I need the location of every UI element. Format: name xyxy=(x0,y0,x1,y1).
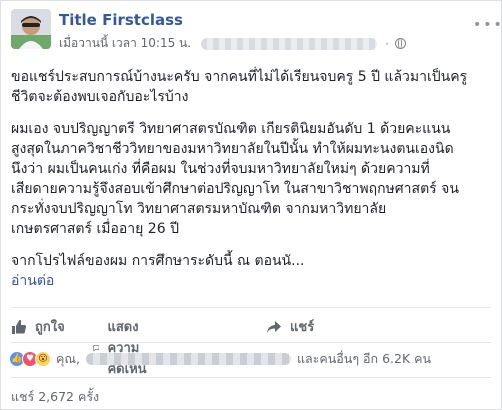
reactions-summary[interactable]: 👍 ♥ 😮 คุณ, และคนอื่นๆ อีก 6.2K คน xyxy=(9,349,431,369)
share-icon xyxy=(267,320,281,333)
paragraph-line: เกษตรศาสตร์ เมื่ออายุ 26 ปี xyxy=(11,221,179,237)
post-timestamp[interactable]: เมื่อวานนี้ เวลา 10:15 น. xyxy=(59,34,191,53)
read-more-link[interactable]: อ่านต่อ xyxy=(11,271,497,291)
meta-separator: · xyxy=(385,36,389,51)
post-card: Title Firstclass เมื่อวานนี้ เวลา 10:15 … xyxy=(0,0,502,410)
share-label: แชร์ xyxy=(290,320,315,335)
paragraph-1: ขอแชร์ประสบการณ์บ้างนะครับ จากคนที่ไม่ได… xyxy=(11,67,497,107)
paragraph-line: ชีวิตจะต้องพบเจอกับอะไรบ้าง xyxy=(11,89,189,105)
wow-reaction-icon: 😮 xyxy=(35,351,51,367)
reactions-prefix: คุณ, xyxy=(56,351,80,366)
blurred-location xyxy=(201,37,378,50)
post-body: ขอแชร์ประสบการณ์บ้างนะครับ จากคนที่ไม่ได… xyxy=(11,67,497,291)
divider xyxy=(11,342,491,343)
reactions-suffix: และคนอื่นๆ อีก 6.2K คน xyxy=(296,351,432,366)
like-button[interactable]: ถูกใจ xyxy=(11,316,65,337)
comment-label: แสดงความคิดเห็น xyxy=(107,320,147,377)
like-label: ถูกใจ xyxy=(35,320,65,335)
paragraph-line: ผมเอง จบปริญญาตรี วิทยาศาสตรบัณฑิต เกียร… xyxy=(11,121,451,137)
paragraph-line: สูงสุดในภาควิชาชีววิทยาของมหาวิทยาลัยในป… xyxy=(11,141,454,157)
more-options-icon[interactable]: ••• xyxy=(473,17,502,33)
comment-button[interactable]: แสดงความคิดเห็น xyxy=(93,316,149,379)
author-name[interactable]: Title Firstclass xyxy=(59,11,183,29)
paragraph-line: กระทั่งจบปริญญาโท วิทยาศาสตรมหาบัณฑิต จา… xyxy=(11,201,387,217)
share-button[interactable]: แชร์ xyxy=(266,316,314,337)
globe-icon[interactable] xyxy=(394,38,406,49)
blurred-names xyxy=(85,353,291,365)
author-avatar[interactable] xyxy=(11,9,51,49)
divider xyxy=(11,377,491,378)
thumbs-up-icon xyxy=(12,319,27,334)
paragraph-line: จากโปรไฟล์ของผม การศึกษาระดับนี้ ณ ตอนนั… xyxy=(11,253,305,269)
paragraph-3: จากโปรไฟล์ของผม การศึกษาระดับนี้ ณ ตอนนั… xyxy=(11,251,497,291)
paragraph-line: เสียดายความรู้จึงสอบเข้าศึกษาต่อปริญญาโท… xyxy=(11,181,459,197)
paragraph-2: ผมเอง จบปริญญาตรี วิทยาศาสตรบัณฑิต เกียร… xyxy=(11,119,497,239)
paragraph-line: ขอแชร์ประสบการณ์บ้างนะครับ จากคนที่ไม่ได… xyxy=(11,69,468,85)
shares-count[interactable]: แชร์ 2,672 ครั้ง xyxy=(11,387,99,407)
divider xyxy=(11,307,491,308)
post-meta: เมื่อวานนี้ เวลา 10:15 น. · xyxy=(59,34,406,53)
avatar-image xyxy=(11,9,51,49)
paragraph-line: นึงว่า ผมเป็นคนเก่ง ที่คือผม ในช่วงที่จบ… xyxy=(11,161,430,177)
